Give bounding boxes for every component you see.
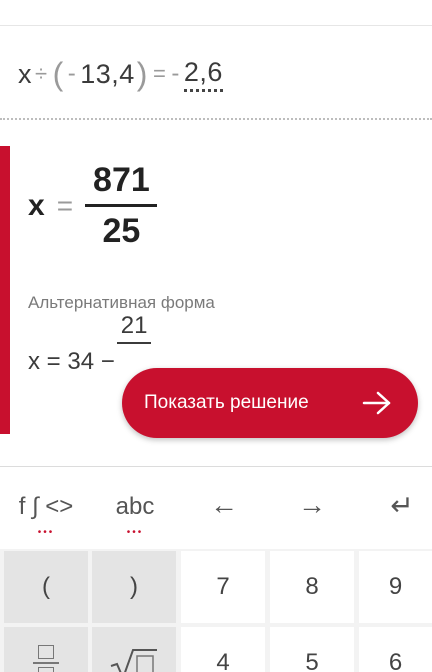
main-result: x = 871 25 xyxy=(28,160,158,251)
alternative-fraction-bar xyxy=(116,342,151,344)
accent-bar xyxy=(0,146,10,434)
result-fraction: 871 25 xyxy=(85,160,158,251)
key-open-paren[interactable]: ( xyxy=(4,551,88,623)
rhs-value: 2,6 xyxy=(183,57,223,92)
sqrt-icon xyxy=(110,649,157,672)
arrow-right-icon xyxy=(362,391,391,415)
dotted-divider xyxy=(0,118,432,120)
letters-tab-label: abc xyxy=(115,493,155,520)
result-equals: = xyxy=(56,189,74,221)
result-variable: x xyxy=(28,188,45,222)
fraction-icon xyxy=(33,645,59,672)
show-solution-label: Показать решение xyxy=(144,392,309,413)
close-paren: ) xyxy=(136,55,148,92)
equation-variable: x xyxy=(18,58,32,89)
cursor-left-key[interactable]: ← xyxy=(202,489,246,521)
result-numerator: 871 xyxy=(93,161,150,199)
key-close-paren-label: ) xyxy=(130,573,138,600)
key-close-paren[interactable]: ) xyxy=(92,551,176,623)
key-9-label: 9 xyxy=(388,573,403,600)
functions-tab-label: f ∫ <> xyxy=(18,493,74,520)
key-6-label: 6 xyxy=(388,649,403,672)
math-keyboard: f ∫ <> ••• abc ••• ← → ↵ ( ) 7 8 9 4 5 6 xyxy=(0,466,432,672)
top-strip xyxy=(0,0,432,26)
show-solution-button[interactable]: Показать решение xyxy=(122,368,418,438)
fraction-bar xyxy=(85,204,158,207)
key-7[interactable]: 7 xyxy=(181,551,265,623)
open-paren: ( xyxy=(52,55,64,92)
equals-sign: = xyxy=(152,61,167,86)
letters-tab-dots: ••• xyxy=(126,527,144,538)
result-denominator: 25 xyxy=(102,212,141,250)
functions-tab[interactable]: f ∫ <> ••• xyxy=(14,493,78,538)
key-7-label: 7 xyxy=(216,573,230,600)
divide-sign: ÷ xyxy=(35,61,48,86)
key-4[interactable]: 4 xyxy=(181,627,265,672)
rhs-negative-sign: - xyxy=(171,60,180,87)
functions-tab-dots: ••• xyxy=(37,527,55,538)
letters-tab[interactable]: abc ••• xyxy=(106,493,164,538)
key-fraction[interactable] xyxy=(4,627,88,672)
arrow-right-key-icon: → xyxy=(298,489,326,520)
key-5-label: 5 xyxy=(305,649,319,672)
divisor-value: 13,4 xyxy=(80,58,135,89)
key-6[interactable]: 6 xyxy=(359,627,432,672)
alternative-numerator: 21 xyxy=(120,312,148,339)
key-4-label: 4 xyxy=(216,649,230,672)
key-8-label: 8 xyxy=(305,573,319,600)
negative-sign: - xyxy=(67,60,77,87)
key-9[interactable]: 9 xyxy=(359,551,432,623)
equation-input[interactable]: x ÷ ( - 13,4 ) = - 2,6 xyxy=(18,54,223,94)
key-sqrt[interactable] xyxy=(92,627,176,672)
key-8[interactable]: 8 xyxy=(270,551,354,623)
arrow-left-icon: ← xyxy=(210,489,238,520)
alternative-prefix: x = 34 − xyxy=(28,348,115,375)
alternative-form-label: Альтернативная форма xyxy=(28,293,215,312)
enter-key[interactable]: ↵ xyxy=(380,489,424,522)
enter-icon: ↵ xyxy=(390,490,414,521)
keyboard-toolbar: f ∫ <> ••• abc ••• ← → ↵ xyxy=(0,467,432,549)
key-5[interactable]: 5 xyxy=(270,627,354,672)
cursor-right-key[interactable]: → xyxy=(290,489,334,521)
key-open-paren-label: ( xyxy=(42,573,50,600)
